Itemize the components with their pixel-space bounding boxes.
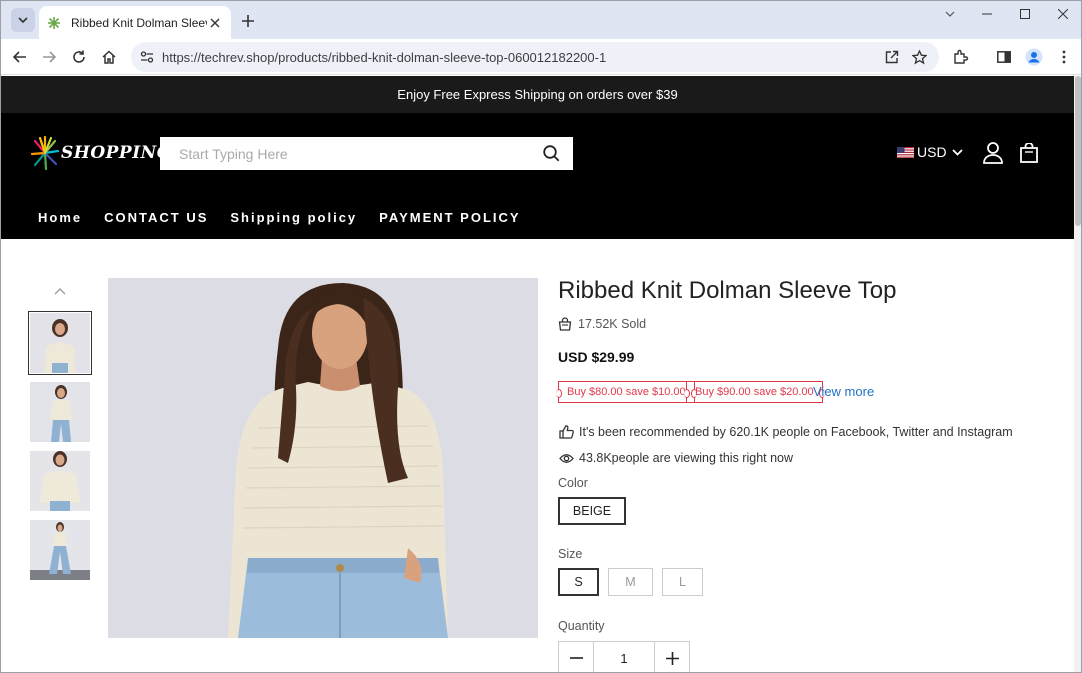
nav-contact-us[interactable]: CONTACT US bbox=[104, 210, 208, 225]
search-icon[interactable] bbox=[529, 137, 573, 170]
address-bar[interactable]: https://techrev.shop/products/ribbed-kni… bbox=[131, 42, 939, 72]
color-option-beige[interactable]: BEIGE bbox=[558, 497, 626, 525]
color-label: Color bbox=[558, 476, 588, 490]
reload-icon[interactable] bbox=[68, 46, 90, 68]
back-arrow-icon[interactable] bbox=[9, 46, 31, 68]
search-bar bbox=[160, 137, 573, 170]
size-label: Size bbox=[558, 547, 583, 561]
sold-count-text: 17.52K Sold bbox=[578, 317, 647, 331]
eye-icon bbox=[558, 450, 574, 466]
shop-basket-icon bbox=[558, 317, 572, 331]
side-panel-icon[interactable] bbox=[993, 46, 1015, 68]
menu-dots-icon[interactable] bbox=[1053, 46, 1075, 68]
main-nav: Home CONTACT US Shipping policy PAYMENT … bbox=[38, 210, 543, 225]
product-thumbnail[interactable] bbox=[30, 520, 90, 580]
chevron-up-icon[interactable] bbox=[53, 286, 67, 296]
promo-banner: Enjoy Free Express Shipping on orders ov… bbox=[1, 76, 1074, 113]
quantity-stepper: 1 bbox=[558, 641, 690, 672]
forward-arrow-icon[interactable] bbox=[38, 46, 60, 68]
minus-icon[interactable] bbox=[559, 642, 593, 672]
search-input[interactable] bbox=[160, 137, 529, 170]
chevron-down-icon[interactable] bbox=[935, 5, 965, 23]
tab-strip: Ribbed Knit Dolman Sleeve Top bbox=[1, 1, 1081, 39]
close-tab-icon[interactable] bbox=[207, 15, 223, 31]
coupon-badge[interactable]: Buy $80.00 save $10.00 bbox=[556, 381, 697, 403]
bookmark-star-icon[interactable] bbox=[908, 46, 930, 68]
view-more-link[interactable]: View more bbox=[813, 384, 874, 399]
size-option-s[interactable]: S bbox=[558, 568, 599, 596]
chevron-down-icon bbox=[18, 17, 28, 23]
account-icon[interactable] bbox=[981, 141, 1005, 165]
browser-toolbar: https://techrev.shop/products/ribbed-kni… bbox=[1, 39, 1081, 75]
tab-title: Ribbed Knit Dolman Sleeve Top bbox=[71, 15, 207, 30]
product-thumbnail[interactable] bbox=[30, 382, 90, 442]
logo-text: SHOPPING bbox=[61, 143, 172, 163]
plus-icon[interactable] bbox=[655, 642, 689, 672]
recommendation-text: It's been recommended by 620.1K people o… bbox=[579, 425, 1013, 439]
quantity-value[interactable]: 1 bbox=[593, 642, 655, 672]
size-option-l[interactable]: L bbox=[662, 568, 703, 596]
nav-shipping-policy[interactable]: Shipping policy bbox=[230, 210, 357, 225]
site-favicon-icon bbox=[48, 16, 60, 29]
currency-label: USD bbox=[917, 144, 947, 160]
nav-payment-policy[interactable]: PAYMENT POLICY bbox=[379, 210, 520, 225]
profile-avatar-icon[interactable] bbox=[1023, 46, 1045, 68]
thumbs-up-icon bbox=[558, 424, 574, 440]
product-price: USD $29.99 bbox=[558, 349, 635, 365]
sold-count: 17.52K Sold bbox=[558, 317, 646, 331]
viewing-text: 43.8Kpeople are viewing this right now bbox=[579, 451, 794, 465]
nav-home[interactable]: Home bbox=[38, 210, 82, 225]
site-info-icon[interactable] bbox=[138, 48, 156, 66]
browser-window: Ribbed Knit Dolman Sleeve Top bbox=[0, 0, 1082, 673]
chevron-down-icon bbox=[951, 148, 963, 156]
currency-selector[interactable]: USD bbox=[897, 144, 963, 160]
close-window-icon[interactable] bbox=[1048, 5, 1078, 23]
product-title: Ribbed Knit Dolman Sleeve Top bbox=[558, 277, 897, 304]
scrollbar-thumb[interactable] bbox=[1075, 76, 1081, 226]
minimize-icon[interactable] bbox=[972, 5, 1002, 23]
cart-bag-icon[interactable] bbox=[1017, 141, 1041, 165]
recommendation-row: It's been recommended by 620.1K people o… bbox=[558, 424, 1013, 440]
us-flag-icon bbox=[897, 146, 914, 158]
store-logo[interactable]: SHOPPING bbox=[31, 133, 172, 173]
page-content: Enjoy Free Express Shipping on orders ov… bbox=[1, 76, 1074, 672]
url-text: https://techrev.shop/products/ribbed-kni… bbox=[162, 49, 607, 65]
product-thumbnail[interactable] bbox=[30, 451, 90, 511]
home-icon[interactable] bbox=[98, 46, 120, 68]
size-option-m[interactable]: M bbox=[608, 568, 653, 596]
sunburst-logo-icon bbox=[31, 135, 59, 171]
share-icon[interactable] bbox=[881, 46, 903, 68]
maximize-icon[interactable] bbox=[1010, 5, 1040, 23]
page-scrollbar[interactable] bbox=[1074, 76, 1081, 672]
tab-search-button[interactable] bbox=[11, 8, 35, 32]
viewing-row: 43.8Kpeople are viewing this right now bbox=[558, 450, 793, 466]
new-tab-icon[interactable] bbox=[237, 10, 259, 32]
active-tab[interactable]: Ribbed Knit Dolman Sleeve Top bbox=[39, 6, 231, 39]
quantity-label: Quantity bbox=[558, 619, 605, 633]
coupon-badge[interactable]: Buy $90.00 save $20.00 bbox=[684, 381, 825, 403]
extensions-icon[interactable] bbox=[950, 46, 972, 68]
store-header: SHOPPING USD bbox=[1, 113, 1074, 239]
product-thumbnail[interactable] bbox=[28, 311, 92, 375]
product-main-image[interactable] bbox=[108, 278, 538, 638]
